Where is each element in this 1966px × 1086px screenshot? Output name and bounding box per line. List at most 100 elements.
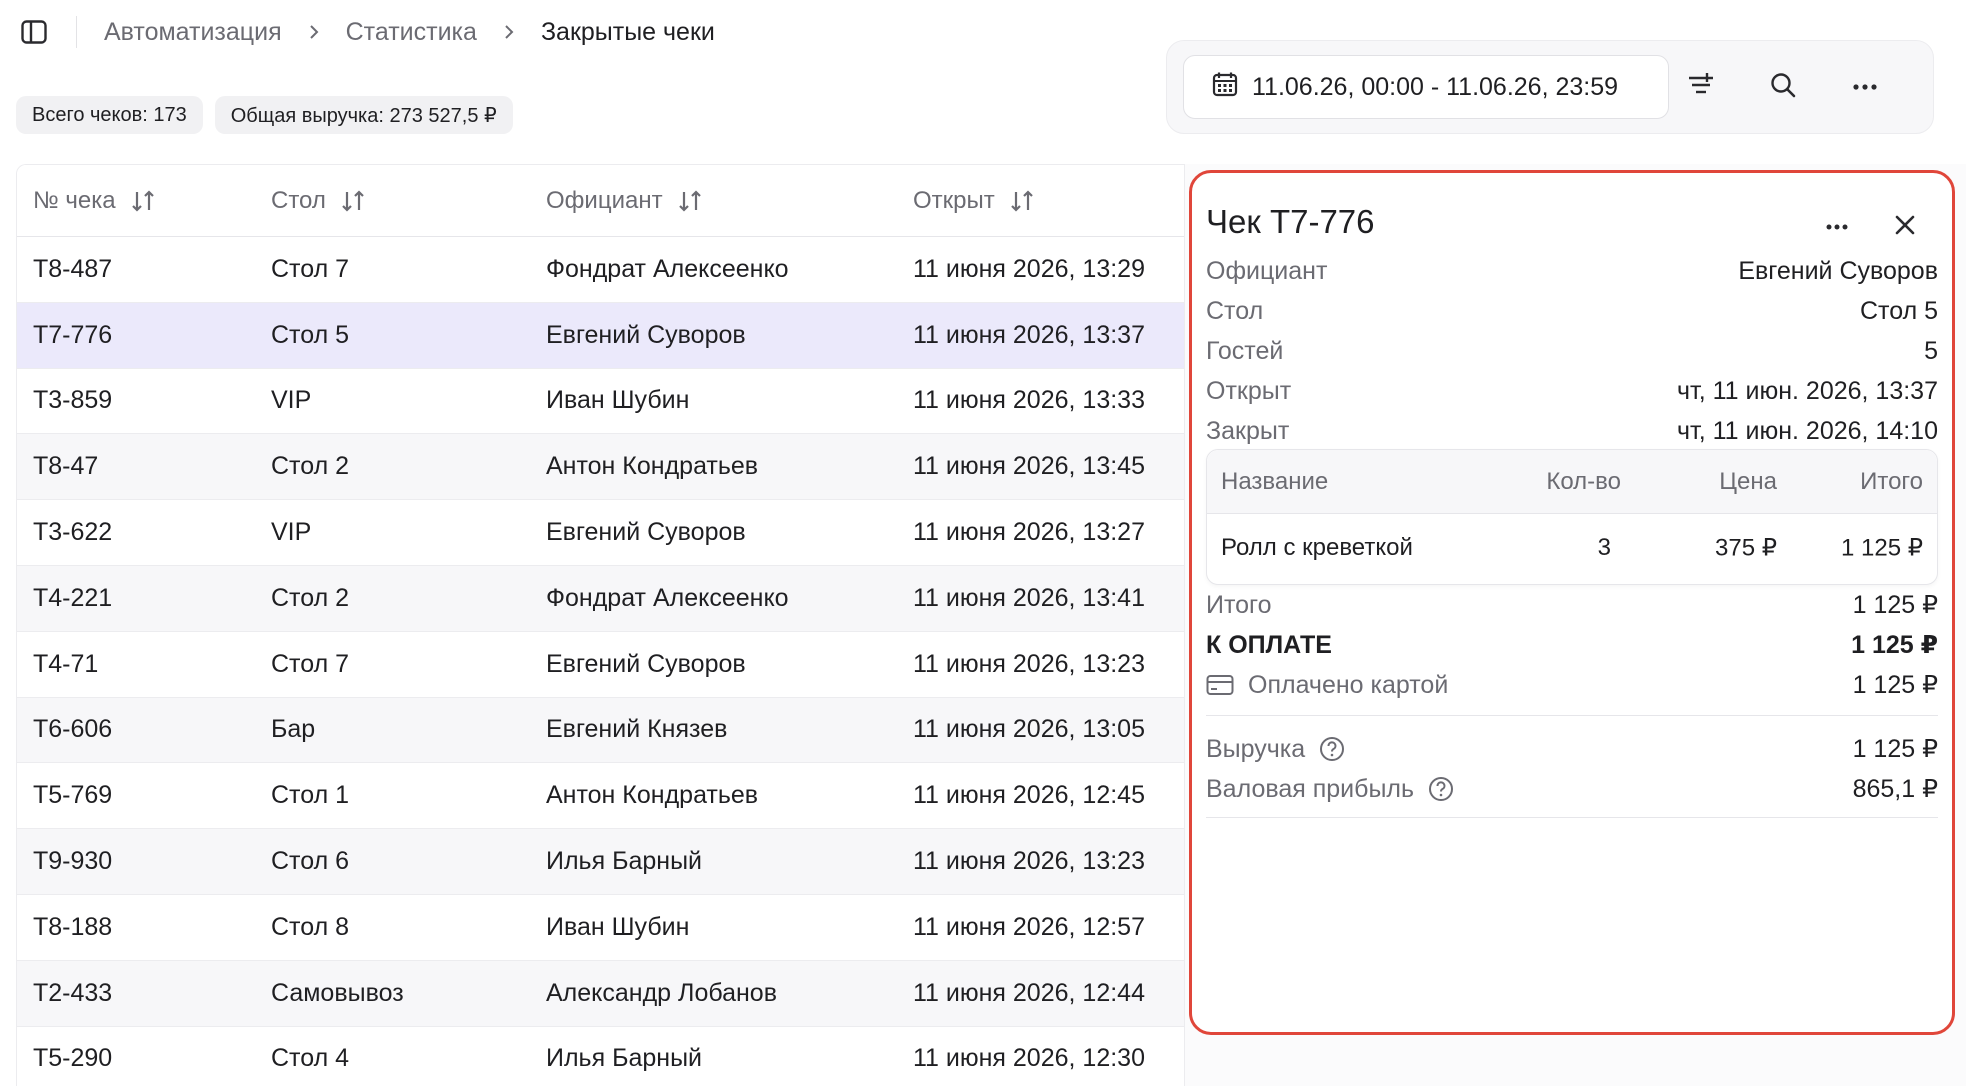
item-total: 1 125 ₽: [1841, 534, 1923, 562]
cell-waiter: Иван Шубин: [546, 386, 690, 415]
cell-check-number: T8-487: [33, 254, 113, 283]
sidebar-toggle-icon[interactable]: [20, 18, 48, 46]
cell-opened: 11 июня 2026, 13:27: [913, 518, 1145, 547]
cell-table: Стол 4: [271, 1044, 350, 1073]
total-revenue-badge: Общая выручка: 273 527,5 ₽: [214, 96, 513, 134]
cell-check-number: T5-290: [33, 1044, 113, 1073]
cell-opened: 11 июня 2026, 12:57: [913, 912, 1145, 941]
summary-paid-card: Оплачено картой 1 125 ₽: [1206, 665, 1938, 705]
column-header-opened[interactable]: Открыт: [913, 187, 1035, 215]
cell-opened: 11 июня 2026, 13:37: [913, 320, 1145, 349]
breadcrumb-automation[interactable]: Автоматизация: [104, 18, 282, 47]
table-row[interactable]: T8-487 Стол 7 Фондрат Алексеенко 11 июня…: [17, 237, 1184, 303]
table-row[interactable]: T9-930 Стол 6 Илья Барный 11 июня 2026, …: [17, 829, 1184, 895]
help-icon[interactable]: [1428, 776, 1454, 802]
table-header: № чека Стол Официант Открыт: [17, 165, 1184, 237]
panel-close-button[interactable]: [1885, 207, 1925, 247]
cell-table: Стол 8: [271, 912, 350, 941]
table-row[interactable]: T6-606 Бар Евгений Князев 11 июня 2026, …: [17, 697, 1184, 764]
cell-opened: 11 июня 2026, 13:29: [913, 254, 1145, 283]
table-row[interactable]: T5-290 Стол 4 Илья Барный 11 июня 2026, …: [17, 1027, 1184, 1086]
items-header-price: Цена: [1719, 467, 1777, 495]
help-icon[interactable]: [1319, 736, 1345, 762]
sort-icon[interactable]: [130, 189, 156, 213]
breadcrumb: Автоматизация Статистика Закрытые чеки: [104, 16, 715, 48]
cell-table: Самовывоз: [271, 978, 404, 1007]
filter-sliders-icon: [1686, 71, 1716, 104]
breadcrumb-closed-checks: Закрытые чеки: [540, 17, 715, 46]
cell-table: Стол 7: [271, 254, 350, 283]
cell-check-number: T9-930: [33, 847, 113, 876]
cell-waiter: Евгений Князев: [546, 715, 728, 744]
items-table-header: Название Кол-во Цена Итого: [1207, 450, 1937, 514]
table-row[interactable]: T3-859 VIP Иван Шубин 11 июня 2026, 13:3…: [17, 369, 1184, 435]
cell-waiter: Александр Лобанов: [546, 978, 777, 1007]
items-table: Название Кол-во Цена Итого Ролл с кревет…: [1206, 449, 1938, 585]
panel-more-button[interactable]: [1817, 207, 1857, 247]
cell-table: Бар: [271, 715, 316, 744]
sort-icon[interactable]: [677, 189, 703, 213]
more-options-button[interactable]: [1843, 65, 1887, 109]
table-row[interactable]: T8-188 Стол 8 Иван Шубин 11 июня 2026, 1…: [17, 895, 1184, 961]
cell-waiter: Илья Барный: [546, 847, 703, 876]
cell-table: Стол 5: [271, 320, 350, 349]
summary-revenue: Выручка 1 125 ₽: [1206, 734, 1938, 764]
filter-toolbar: 11.06.26, 00:00 - 11.06.26, 23:59: [1166, 40, 1934, 134]
panel-bottom-divider: [1206, 817, 1938, 818]
check-detail-title: Чек T7-776: [1206, 203, 1375, 240]
cell-waiter: Евгений Суворов: [546, 518, 746, 547]
cell-opened: 11 июня 2026, 13:23: [913, 649, 1145, 678]
chevron-right-icon: [308, 23, 320, 41]
breadcrumb-statistics[interactable]: Статистика: [346, 18, 477, 47]
cell-opened: 11 июня 2026, 13:45: [913, 452, 1145, 481]
cell-check-number: T2-433: [33, 978, 113, 1007]
items-header-name: Название: [1221, 467, 1329, 495]
search-button[interactable]: [1761, 65, 1805, 109]
column-header-table[interactable]: Стол: [271, 187, 366, 215]
calendar-icon: [1212, 71, 1238, 104]
cell-table: Стол 2: [271, 583, 350, 612]
summary-gross-profit: Валовая прибыль 865,1 ₽: [1206, 774, 1938, 804]
check-detail-panel: Чек T7-776 Официант Евгений Суворов Стол…: [1189, 170, 1955, 1035]
cell-table: Стол 7: [271, 649, 350, 678]
cell-table: Стол 6: [271, 847, 350, 876]
sort-icon[interactable]: [1009, 189, 1035, 213]
table-row[interactable]: T8-47 Стол 2 Антон Кондратьев 11 июня 20…: [17, 434, 1184, 501]
cell-waiter: Евгений Суворов: [546, 649, 746, 678]
sort-icon[interactable]: [340, 189, 366, 213]
cell-opened: 11 июня 2026, 13:23: [913, 847, 1145, 876]
item-name: Ролл с креветкой: [1221, 534, 1413, 561]
table-row[interactable]: T2-433 Самовывоз Александр Лобанов 11 ию…: [17, 960, 1184, 1027]
checks-table: № чека Стол Официант Открыт T8-487 Стол …: [16, 164, 1184, 1086]
summary-to-pay: К ОПЛАТЕ 1 125 ₽: [1206, 630, 1938, 660]
cell-waiter: Илья Барный: [546, 1044, 703, 1073]
credit-card-icon: [1206, 674, 1234, 696]
table-row[interactable]: T5-769 Стол 1 Антон Кондратьев 11 июня 2…: [17, 763, 1184, 830]
table-row-selected[interactable]: T7-776 Стол 5 Евгений Суворов 11 июня 20…: [17, 302, 1184, 369]
total-checks-badge: Всего чеков: 173: [16, 96, 203, 134]
cell-check-number: T4-71: [33, 649, 99, 678]
table-row[interactable]: T4-221 Стол 2 Фондрат Алексеенко 11 июня…: [17, 565, 1184, 632]
filter-button[interactable]: [1679, 65, 1723, 109]
table-row[interactable]: T3-622 VIP Евгений Суворов 11 июня 2026,…: [17, 500, 1184, 566]
cell-table: VIP: [271, 386, 312, 415]
cell-check-number: T7-776: [33, 320, 113, 349]
cell-check-number: T8-188: [33, 912, 113, 941]
cell-table: Стол 2: [271, 452, 350, 481]
date-range-picker[interactable]: 11.06.26, 00:00 - 11.06.26, 23:59: [1183, 55, 1669, 119]
cell-waiter: Антон Кондратьев: [546, 452, 759, 481]
cell-opened: 11 июня 2026, 13:05: [913, 715, 1145, 744]
info-row-waiter: Официант Евгений Суворов: [1206, 256, 1938, 285]
cell-opened: 11 июня 2026, 12:30: [913, 1044, 1145, 1073]
cell-table: VIP: [271, 518, 312, 547]
chevron-right-icon: [503, 23, 515, 41]
cell-check-number: T3-622: [33, 518, 113, 547]
table-row[interactable]: T4-71 Стол 7 Евгений Суворов 11 июня 202…: [17, 632, 1184, 698]
summary-subtotal: Итого 1 125 ₽: [1206, 590, 1938, 620]
more-horizontal-icon: [1852, 78, 1878, 96]
items-header-total: Итого: [1860, 467, 1923, 495]
info-row-table: Стол Стол 5: [1206, 296, 1938, 325]
column-header-check-number[interactable]: № чека: [33, 187, 156, 215]
cell-waiter: Фондрат Алексеенко: [546, 254, 789, 283]
column-header-waiter[interactable]: Официант: [546, 187, 703, 215]
